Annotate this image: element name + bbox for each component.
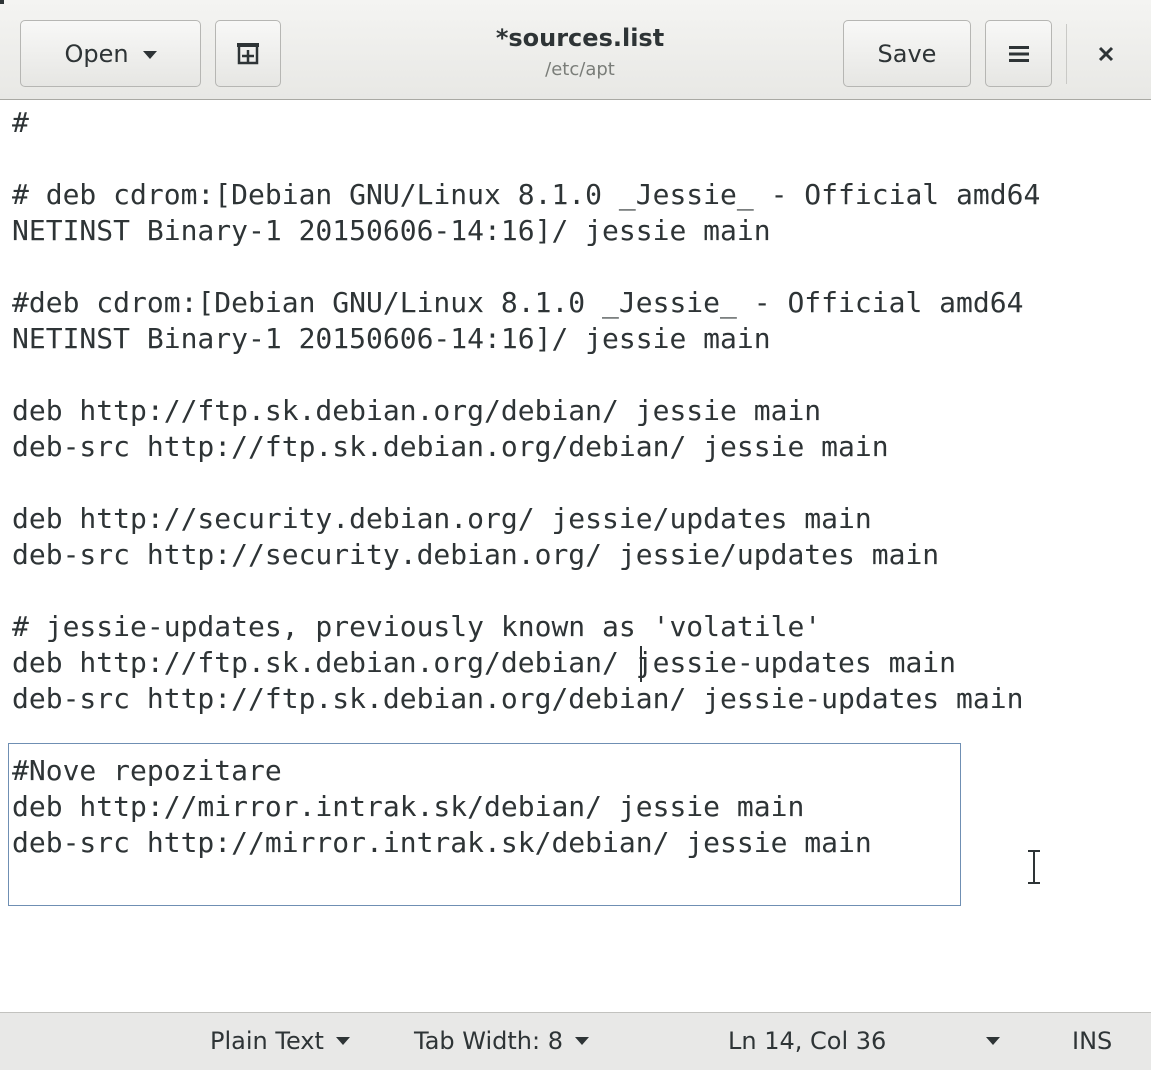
- new-document-button[interactable]: [215, 20, 281, 87]
- code-line: # deb cdrom:[Debian GNU/Linux 8.1.0 _Jes…: [12, 178, 1041, 211]
- insert-mode-indicator[interactable]: INS: [1072, 1013, 1112, 1069]
- text-editor-area[interactable]: # # deb cdrom:[Debian GNU/Linux 8.1.0 _J…: [0, 101, 1151, 1011]
- save-button-label: Save: [877, 39, 937, 68]
- code-line: # jessie-updates, previously known as 'v…: [12, 610, 822, 643]
- language-label: Plain Text: [210, 1027, 324, 1055]
- insert-mode-label: INS: [1072, 1027, 1113, 1055]
- new-tab-icon: [237, 42, 259, 64]
- header-separator: [1066, 24, 1067, 84]
- code-line: deb-src http://ftp.sk.debian.org/debian/…: [12, 430, 889, 463]
- code-line: deb http://ftp.sk.debian.org/debian/ jes…: [12, 394, 822, 427]
- document-path: /etc/apt: [545, 59, 615, 80]
- save-button[interactable]: Save: [843, 20, 971, 87]
- tab-width-label: Tab Width: 8: [414, 1027, 563, 1055]
- close-button[interactable]: [1086, 34, 1126, 74]
- status-bar: Plain Text Tab Width: 8 Ln 14, Col 36 IN…: [0, 1012, 1151, 1070]
- position-menu-toggle[interactable]: [986, 1013, 1000, 1069]
- chevron-down-icon: [574, 1037, 589, 1045]
- menu-button[interactable]: [985, 20, 1052, 87]
- cursor-position-label: Ln 14, Col 36: [728, 1027, 887, 1055]
- window-corner: [0, 0, 4, 4]
- header-bar: Open *sources.list /etc/apt Save: [0, 0, 1151, 100]
- language-selector[interactable]: Plain Text: [210, 1013, 350, 1069]
- ibeam-cursor-icon: [1028, 850, 1040, 884]
- code-line: #: [12, 106, 29, 139]
- open-button[interactable]: Open: [20, 20, 201, 87]
- code-line: deb http://mirror.intrak.sk/debian/ jess…: [12, 790, 805, 823]
- close-icon: [1098, 46, 1114, 62]
- code-line: #deb cdrom:[Debian GNU/Linux 8.1.0 _Jess…: [12, 286, 1024, 319]
- tab-width-selector[interactable]: Tab Width: 8: [414, 1013, 589, 1069]
- chevron-down-icon: [142, 50, 157, 59]
- text-cursor: [640, 646, 642, 682]
- code-line: deb http://ftp.sk.debian.org/debian/ jes…: [12, 646, 957, 679]
- document-title: *sources.list: [495, 24, 665, 52]
- code-line: deb-src http://security.debian.org/ jess…: [12, 538, 940, 571]
- window-title-block: *sources.list /etc/apt: [380, 20, 780, 84]
- code-line: NETINST Binary-1 20150606-14:16]/ jessie…: [12, 322, 771, 355]
- code-line: deb-src http://mirror.intrak.sk/debian/ …: [12, 826, 872, 859]
- chevron-down-icon: [335, 1037, 350, 1045]
- code-line: NETINST Binary-1 20150606-14:16]/ jessie…: [12, 214, 771, 247]
- cursor-position-selector[interactable]: Ln 14, Col 36: [728, 1013, 886, 1069]
- hamburger-menu-icon: [1008, 45, 1029, 62]
- code-line: deb http://security.debian.org/ jessie/u…: [12, 502, 872, 535]
- chevron-down-icon: [986, 1037, 1000, 1045]
- code-line: #Nove repozitare: [12, 754, 282, 787]
- open-button-label: Open: [64, 39, 129, 68]
- code-line: deb-src http://ftp.sk.debian.org/debian/…: [12, 682, 1024, 715]
